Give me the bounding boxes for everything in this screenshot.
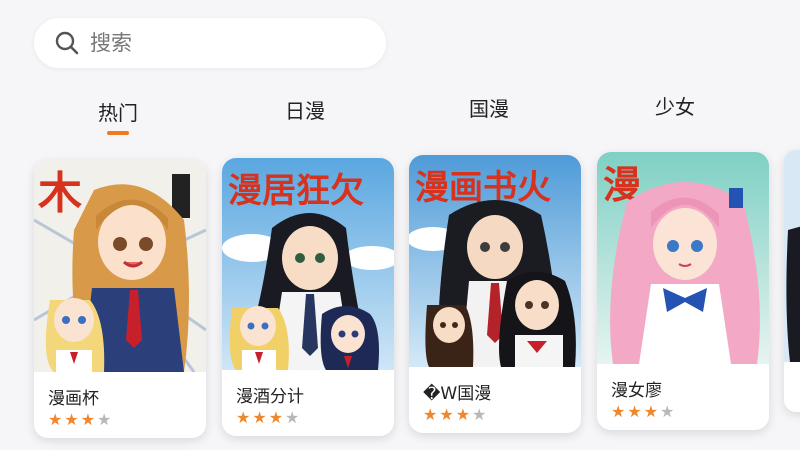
comic-card[interactable]: 漫画书火 �W国漫 ★ ★ ★ ★ <box>409 155 581 433</box>
comic-card[interactable]: 漫 漫女廖 ★ ★ ★ ★ <box>597 152 769 430</box>
star-icon: ★ <box>643 402 659 421</box>
comic-title: 漫画杯 <box>48 389 99 409</box>
comic-card[interactable]: 漫居狂欠 漫酒分计 ★ ★ ★ ★ <box>222 158 394 436</box>
star-icon: ★ <box>252 408 267 427</box>
star-icon: ★ <box>455 405 471 424</box>
star-icon: ★ <box>97 410 112 429</box>
comic-title: 漫酒分计 <box>236 387 304 407</box>
tab-hot[interactable]: 热门 <box>98 97 138 135</box>
comic-cover: 木 <box>34 160 206 372</box>
tab-label: 热门 <box>98 101 138 125</box>
star-icon: ★ <box>64 410 79 429</box>
star-icon: ★ <box>285 408 300 427</box>
star-icon: ★ <box>268 408 284 427</box>
star-rating: ★ ★ ★ ★ <box>611 404 674 420</box>
tab-label: 少女 <box>655 95 695 119</box>
cover-title-text: 漫居狂欠 <box>228 171 364 211</box>
tab-shoujo[interactable]: 少女 <box>655 91 695 120</box>
star-icon: ★ <box>236 408 251 427</box>
comic-cover: 漫 <box>597 152 769 364</box>
comic-cover: 漫居狂欠 <box>222 158 394 370</box>
star-icon: ★ <box>472 405 487 424</box>
cover-title-text: 木 <box>38 168 82 219</box>
search-input[interactable] <box>90 31 350 55</box>
star-icon: ★ <box>439 405 454 424</box>
star-icon: ★ <box>80 410 96 429</box>
star-icon: ★ <box>423 405 438 424</box>
search-bar[interactable] <box>34 18 386 68</box>
star-icon: ★ <box>611 402 626 421</box>
search-icon <box>55 31 79 55</box>
tab-label: 国漫 <box>469 97 509 121</box>
star-icon: ★ <box>627 402 642 421</box>
active-tab-indicator <box>107 131 129 135</box>
comic-title: �W国漫 <box>423 384 492 404</box>
star-icon: ★ <box>660 402 675 421</box>
star-rating: ★ ★ ★ ★ <box>423 407 486 423</box>
comic-card-partial[interactable] <box>784 150 800 412</box>
comic-title: 漫女廖 <box>611 381 662 401</box>
star-icon: ★ <box>48 410 63 429</box>
tab-label: 日漫 <box>285 99 325 123</box>
star-rating: ★ ★ ★ ★ <box>236 410 299 426</box>
comic-card[interactable]: 木 漫画杯 ★ ★ ★ ★ <box>34 160 206 438</box>
comic-cover: 漫画书火 <box>409 155 581 367</box>
tab-japanese-manga[interactable]: 日漫 <box>285 95 325 124</box>
tab-chinese-manga[interactable]: 国漫 <box>469 93 509 122</box>
star-rating: ★ ★ ★ ★ <box>48 412 111 428</box>
